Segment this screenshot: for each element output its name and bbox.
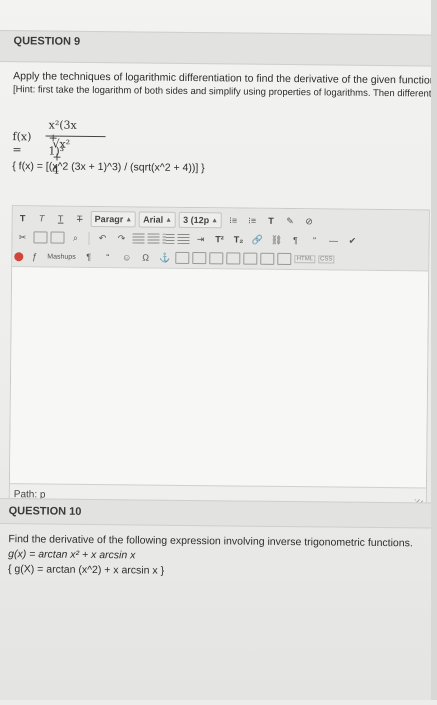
- question-10-answer-text: { g(X) = arctan (x^2) + x arcsin x }: [7, 563, 165, 577]
- clear-format-icon[interactable]: ⊘: [301, 214, 317, 229]
- ordered-list-button[interactable]: ⁝≡: [244, 213, 260, 228]
- indent-icon[interactable]: ⇥: [192, 232, 208, 247]
- css-view-button[interactable]: CSS: [318, 255, 335, 264]
- find-icon[interactable]: ⌕: [67, 230, 83, 245]
- rich-text-editor: T T T T Paragr ▲ Arial ▲ 3 (12p ▲ ⁝≡ ⁝≡ T ✎…: [8, 205, 430, 512]
- record-icon[interactable]: [14, 251, 24, 261]
- copy-icon[interactable]: [33, 231, 48, 244]
- formula-lhs: f(x) =: [12, 130, 32, 157]
- paragraph-select[interactable]: Paragr ▲: [90, 210, 137, 228]
- editor-toolbar: T T T T Paragr ▲ Arial ▲ 3 (12p ▲ ⁝≡ ⁝≡ T ✎…: [12, 206, 429, 272]
- cut-icon[interactable]: ✂: [14, 230, 30, 245]
- redo-icon[interactable]: ↷: [113, 231, 129, 246]
- superscript-button[interactable]: T²: [211, 232, 227, 247]
- underline-button[interactable]: T: [53, 211, 69, 226]
- font-size-select[interactable]: 3 (12p ▲: [179, 211, 223, 229]
- font-select-value: Arial: [143, 214, 164, 225]
- bold-button[interactable]: T: [15, 211, 31, 226]
- paragraph-select-value: Paragr: [94, 214, 124, 225]
- strikethrough-button[interactable]: T: [72, 211, 88, 226]
- question-10-expression: g(x) = arctan x² + x arcsin x: [8, 548, 136, 562]
- special-char-icon[interactable]: Ω: [138, 250, 154, 265]
- link-icon[interactable]: 🔗: [249, 232, 265, 247]
- horizontal-rule-icon[interactable]: —: [325, 233, 341, 248]
- align-left-icon[interactable]: [132, 233, 145, 244]
- text-color-button[interactable]: T: [263, 213, 279, 228]
- spellcheck-icon[interactable]: ✔: [344, 233, 360, 248]
- quote-icon[interactable]: “: [100, 250, 116, 265]
- content-layer: QUESTION 9 Apply the techniques of logar…: [0, 0, 437, 705]
- question-9-hint: [Hint: first take the logarithm of both …: [13, 84, 437, 100]
- italic-button[interactable]: T: [34, 211, 50, 226]
- font-select[interactable]: Arial ▲: [139, 211, 177, 228]
- font-size-select-value: 3 (12p: [183, 214, 210, 226]
- align-right-icon[interactable]: [162, 233, 175, 244]
- subscript-button[interactable]: T₂: [230, 232, 246, 247]
- editor-text-area[interactable]: [9, 267, 429, 488]
- formula-icon[interactable]: ƒ: [26, 249, 42, 264]
- justify-icon[interactable]: [177, 233, 190, 244]
- paste-icon[interactable]: [50, 231, 65, 244]
- unlink-icon[interactable]: ⛓: [268, 232, 284, 247]
- merge-cells-icon[interactable]: [260, 252, 275, 265]
- question-10-prompt: Find the derivative of the following exp…: [8, 533, 413, 550]
- toolbar-row-2: ✂ ⌕ ↶ ↷ ⇥ T² T₂ 🔗 ⛓ ¶ “ — ✔: [14, 228, 360, 250]
- chevron-down-icon: ▲: [125, 215, 133, 223]
- mashups-menu[interactable]: Mashups: [45, 249, 78, 264]
- paragraph-mark-icon[interactable]: ¶: [287, 233, 303, 248]
- insert-row-icon[interactable]: [192, 252, 207, 265]
- highlight-icon[interactable]: ✎: [282, 213, 298, 228]
- chevron-down-icon: ▲: [165, 216, 173, 224]
- question-9-answer-text: { f(x) = [(x^2 (3x + 1)^3) / (sqrt(x^2 +…: [12, 160, 205, 175]
- split-cells-icon[interactable]: [277, 252, 292, 266]
- unordered-list-button[interactable]: ⁝≡: [225, 213, 241, 228]
- toolbar-separator: [88, 231, 90, 245]
- question-9-title: QUESTION 9: [13, 35, 81, 48]
- delete-row-icon[interactable]: [226, 252, 241, 265]
- quote-icon[interactable]: “: [306, 233, 322, 248]
- emoticon-icon[interactable]: ☺: [119, 250, 135, 265]
- html-view-button[interactable]: HTML: [294, 255, 316, 264]
- chevron-down-icon: ▲: [211, 216, 219, 224]
- insert-column-icon[interactable]: [209, 252, 224, 265]
- toolbar-row-1: T T T T Paragr ▲ Arial ▲ 3 (12p ▲ ⁝≡ ⁝≡ T ✎…: [15, 209, 318, 230]
- anchor-icon[interactable]: ⚓: [157, 250, 173, 265]
- undo-icon[interactable]: ↶: [94, 231, 110, 246]
- page-background: QUESTION 9 Apply the techniques of logar…: [0, 0, 437, 700]
- table-icon[interactable]: [175, 251, 190, 265]
- paragraph-mark-icon[interactable]: ¶: [81, 249, 97, 264]
- align-center-icon[interactable]: [147, 233, 160, 244]
- toolbar-row-3: ƒ Mashups ¶ “ ☺ Ω ⚓ HTML CSS: [14, 247, 335, 268]
- delete-column-icon[interactable]: [243, 252, 258, 265]
- question-10-title: QUESTION 10: [8, 505, 82, 518]
- page-edge-shadow: [431, 0, 437, 700]
- mashups-label: Mashups: [47, 253, 76, 261]
